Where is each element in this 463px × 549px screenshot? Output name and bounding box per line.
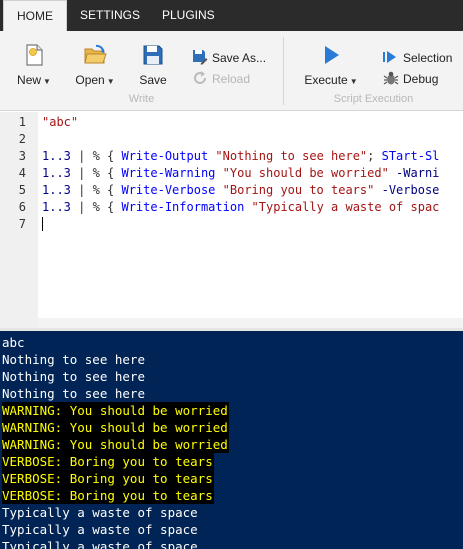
code-token: Write-Warning <box>121 166 216 180</box>
reload-icon <box>194 71 206 84</box>
tab-plugins[interactable]: PLUGINS <box>149 0 228 31</box>
console-output-line: Typically a waste of space <box>2 505 198 520</box>
line-number: 1 <box>18 115 26 129</box>
code-line[interactable]: 1..3 | % { Write-Warning "You should be … <box>42 166 439 180</box>
script-editor[interactable]: 1 2 3 4 5 6 7 "abc" 1..3 | % { Write-Output "No… <box>0 112 463 328</box>
selection-icon <box>383 51 396 63</box>
code-token: 1..3 <box>42 183 71 197</box>
dropdown-caret-icon[interactable]: ▼ <box>107 77 115 86</box>
open-folder-icon <box>84 44 107 64</box>
code-token: Write-Verbose <box>121 183 216 197</box>
console-output-line: Nothing to see here <box>2 369 145 384</box>
console-warning-line: WARNING: You should be worried <box>2 402 229 419</box>
code-token: "Nothing to see here" <box>215 149 368 163</box>
console-warning-line: WARNING: You should be worried <box>2 436 229 453</box>
ribbon-tab-bar: HOME SETTINGS PLUGINS <box>0 0 463 31</box>
dropdown-caret-icon[interactable]: ▼ <box>43 77 51 86</box>
text-cursor <box>42 217 43 231</box>
code-token: STart-Sl <box>381 149 440 163</box>
code-token: ; <box>367 149 382 163</box>
console-verbose-line: VERBOSE: Boring you to tears <box>2 487 214 504</box>
selection-label: Selection <box>403 51 453 65</box>
save-button-label: Save <box>139 73 167 87</box>
console-output-line: Typically a waste of space <box>2 539 198 549</box>
code-token: | % { <box>70 183 122 197</box>
debug-button[interactable]: Debug <box>383 70 438 88</box>
console-output-line: abc <box>2 335 25 350</box>
save-disk-icon <box>143 45 163 65</box>
line-number: 3 <box>18 149 26 163</box>
new-file-icon <box>26 44 43 66</box>
code-token: -Warni <box>396 166 440 180</box>
code-line[interactable]: 1..3 | % { Write-Verbose "Boring you to … <box>42 183 439 197</box>
run-selection-button[interactable]: Selection <box>383 49 452 67</box>
console-output-line: Nothing to see here <box>2 386 145 401</box>
save-as-button[interactable]: Save As... <box>192 49 266 67</box>
dropdown-caret-icon[interactable]: ▼ <box>350 77 358 86</box>
script-execution-group-label: Script Execution <box>333 93 414 105</box>
execute-button[interactable]: Execute ▼ <box>304 43 358 93</box>
console-output-line: Nothing to see here <box>2 352 145 367</box>
code-token: -Verbose <box>381 183 440 197</box>
open-button-label: Open <box>75 73 105 87</box>
code-token: | % { <box>70 149 122 163</box>
save-as-label: Save As... <box>212 51 267 65</box>
code-token: 1..3 <box>42 166 71 180</box>
console-output-line: Typically a waste of space <box>2 522 198 537</box>
new-button-label: New <box>17 73 42 87</box>
debug-label: Debug <box>403 72 439 86</box>
line-number-gutter: 1 2 3 4 5 6 7 <box>0 112 38 328</box>
debug-bug-icon <box>383 71 399 85</box>
open-button[interactable]: Open ▼ <box>73 43 117 93</box>
save-button[interactable]: Save <box>131 43 175 93</box>
code-token: | % { <box>70 166 122 180</box>
code-line[interactable]: 1..3 | % { Write-Information "Typically … <box>42 200 439 214</box>
console-verbose-line: VERBOSE: Boring you to tears <box>2 453 214 470</box>
code-token: Write-Information <box>121 200 245 214</box>
line-number: 7 <box>18 217 26 231</box>
console-verbose-line: VERBOSE: Boring you to tears <box>2 470 214 487</box>
code-token: "Boring you to tears" <box>222 183 375 197</box>
line-number: 6 <box>18 200 26 214</box>
code-line[interactable]: "abc" <box>42 115 78 129</box>
code-token: Write-Output <box>121 149 209 163</box>
reload-button[interactable]: Reload <box>192 70 250 88</box>
code-token: | % { <box>70 200 122 214</box>
write-group-label: Write <box>128 93 155 105</box>
output-console[interactable]: abc Nothing to see here Nothing to see her… <box>0 331 463 549</box>
line-number: 4 <box>18 166 26 180</box>
tab-settings[interactable]: SETTINGS <box>67 0 153 31</box>
code-token: 1..3 <box>42 149 71 163</box>
code-token: "abc" <box>42 115 79 129</box>
code-token: "Typically a waste of spac <box>251 200 440 214</box>
execute-play-icon <box>325 46 339 64</box>
code-line[interactable]: 1..3 | % { Write-Output "Nothing to see … <box>42 149 439 163</box>
ribbon-panel: New ▼ Open ▼ Save Save As... Reload Writ… <box>0 31 463 111</box>
tab-home[interactable]: HOME <box>3 0 67 31</box>
console-warning-line: WARNING: You should be worried <box>2 419 229 436</box>
execute-button-label: Execute <box>304 73 348 87</box>
code-token: "You should be worried" <box>222 166 389 180</box>
new-button[interactable]: New ▼ <box>12 43 56 93</box>
code-token: 1..3 <box>42 200 71 214</box>
line-number: 2 <box>18 132 26 146</box>
editor-horizontal-scrollbar[interactable] <box>38 318 463 328</box>
save-as-icon <box>193 50 208 65</box>
reload-label: Reload <box>212 72 251 86</box>
line-number: 5 <box>18 183 26 197</box>
